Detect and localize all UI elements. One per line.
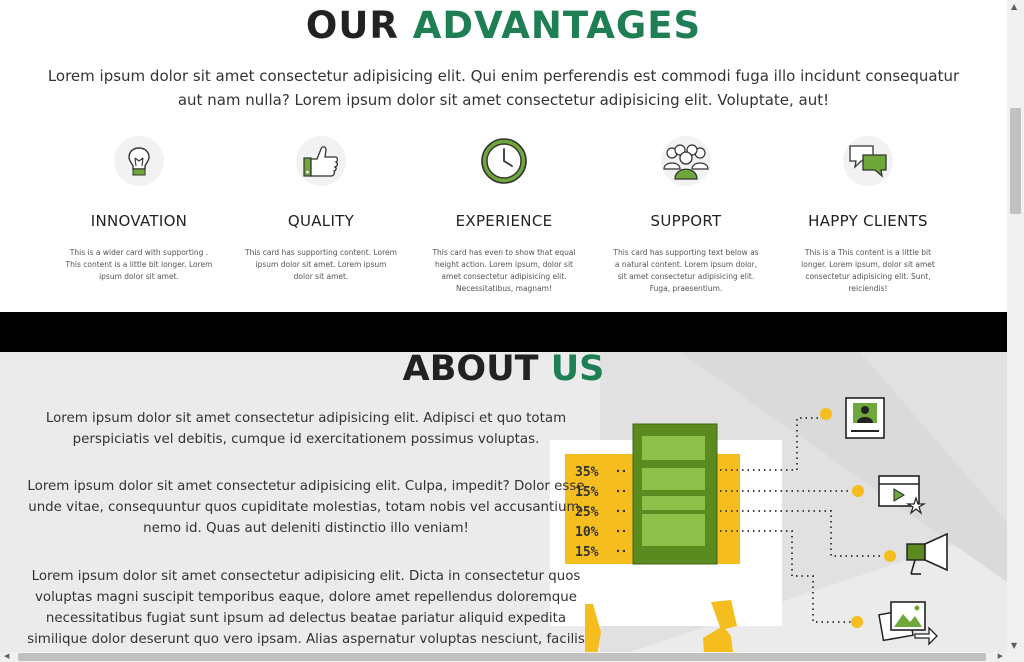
megaphone-icon — [906, 532, 948, 575]
illustration-percent: 15% — [575, 545, 599, 560]
team-icon — [661, 136, 711, 186]
advantages-title: OUR ADVANTAGES — [0, 4, 1007, 48]
card-title: QUALITY — [287, 212, 355, 230]
page-viewport: OUR ADVANTAGES Lorem ipsum dolor sit ame… — [0, 0, 1007, 662]
horizontal-scrollbar[interactable]: ◀ ▶ — [0, 652, 1007, 662]
scroll-up-arrow-icon[interactable]: ▲ — [1011, 2, 1017, 11]
about-illustration: 35% 15% 25% 10% 15% — [545, 388, 1007, 662]
horizontal-scrollbar-thumb[interactable] — [18, 653, 986, 661]
card-text: This is a wider card with supporting . T… — [65, 248, 213, 281]
scroll-right-arrow-icon[interactable]: ▶ — [998, 652, 1003, 660]
scroll-left-arrow-icon[interactable]: ◀ — [4, 652, 9, 660]
section-divider-band — [0, 312, 1007, 352]
thumbs-up-icon — [296, 136, 346, 186]
about-title: ABOUT US — [0, 352, 1007, 390]
about-paragraph-3: Lorem ipsum dolor sit amet consectetur a… — [27, 569, 585, 662]
photo-gallery-icon — [878, 601, 938, 646]
card-title: SUPPORT — [650, 212, 722, 230]
advantage-card-happy-clients: HAPPY CLIENTS This is a This content is … — [788, 136, 948, 295]
advantages-lead: Lorem ipsum dolor sit amet consectetur a… — [47, 67, 960, 109]
advantages-section: OUR ADVANTAGES Lorem ipsum dolor sit ame… — [0, 0, 1007, 312]
card-text: This card has supporting content. Lorem … — [245, 248, 397, 281]
about-section: ABOUT US 35% 15% 25% 10% 15% Lorem ipsum… — [0, 352, 1007, 662]
card-title: EXPERIENCE — [455, 212, 553, 230]
vertical-scrollbar[interactable]: ▲ ▼ — [1007, 0, 1024, 662]
clock-icon — [479, 136, 529, 186]
about-title-part1: ABOUT — [402, 352, 539, 389]
about-paragraph-2: Lorem ipsum dolor sit amet consectetur a… — [27, 479, 585, 536]
chat-bubbles-icon — [843, 136, 893, 186]
card-title: HAPPY CLIENTS — [808, 212, 928, 230]
advantages-title-part1: OUR — [305, 4, 399, 47]
about-paragraph-1: Lorem ipsum dolor sit amet consectetur a… — [45, 411, 567, 447]
advantage-card-support: SUPPORT This card has supporting text be… — [606, 136, 766, 295]
about-title-part2: US — [550, 352, 605, 389]
card-title: INNOVATION — [90, 212, 188, 230]
card-text: This card has supporting text below as a… — [613, 248, 759, 293]
lightbulb-icon — [114, 136, 164, 186]
card-text: This is a This content is a little bit l… — [801, 248, 935, 293]
profile-card-icon — [845, 397, 885, 439]
advantage-card-innovation: INNOVATION This is a wider card with sup… — [59, 136, 219, 283]
advantage-card-experience: EXPERIENCE This card has even to show th… — [424, 136, 584, 295]
advantages-title-part2: ADVANTAGES — [412, 4, 702, 47]
video-player-icon — [878, 475, 927, 515]
scroll-down-arrow-icon[interactable]: ▼ — [1011, 641, 1017, 650]
vertical-scrollbar-thumb[interactable] — [1010, 108, 1021, 214]
card-text: This card has even to show that equal he… — [432, 248, 576, 293]
advantage-card-quality: QUALITY This card has supporting content… — [241, 136, 401, 283]
